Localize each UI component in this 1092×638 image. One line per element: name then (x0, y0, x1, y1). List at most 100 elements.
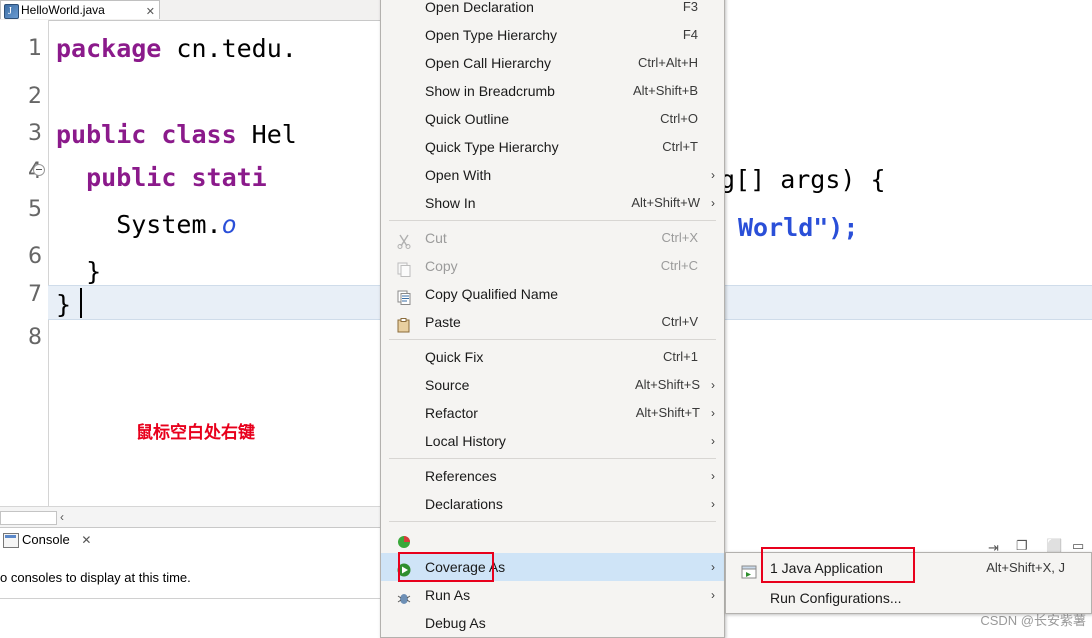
highlight-box-java-application (761, 547, 915, 583)
line-number: 3 (28, 121, 42, 146)
menu-separator (389, 339, 716, 340)
editor-tab-label: HelloWorld.java (21, 3, 105, 17)
menu-item-accelerator: F3 (682, 0, 698, 14)
menu-item-accelerator: Ctrl+T (662, 139, 698, 154)
line-number-gutter: 1 2 3 4 5 6 7 8 (0, 20, 49, 506)
chevron-right-icon: › (711, 196, 715, 210)
menu-item-copy-qualified-name[interactable]: Copy Qualified Name (381, 280, 724, 308)
menu-item-accelerator: F4 (682, 27, 698, 42)
code-token: g[] args) { (720, 165, 886, 194)
line-number: 1 (28, 36, 42, 61)
menu-item-paste[interactable]: Paste Ctrl+V (381, 308, 724, 336)
hscrollbar-thumb[interactable] (0, 511, 57, 525)
menu-item-source[interactable]: Source Alt+Shift+S › (381, 371, 724, 399)
chevron-right-icon: › (711, 560, 715, 574)
menu-item-accelerator: Ctrl+Alt+H (638, 55, 698, 70)
menu-item-references[interactable]: References › (381, 462, 724, 490)
menu-item-cut[interactable]: Cut Ctrl+X (381, 224, 724, 252)
menu-item-accelerator: Ctrl+1 (662, 349, 698, 364)
menu-item-label: Copy Qualified Name (425, 286, 559, 302)
copy-qualified-name-icon (396, 286, 412, 305)
menu-item-label: Cut (425, 230, 447, 246)
menu-item-label: References (425, 468, 497, 484)
java-file-icon (4, 2, 19, 21)
coverage-icon (396, 531, 412, 548)
code-line-7: } (56, 290, 71, 319)
tab-console[interactable]: Console ✕ (0, 528, 91, 552)
menu-item-label: Refactor (425, 405, 478, 421)
code-token-field: o (221, 210, 237, 239)
menu-item-label: Quick Fix (425, 349, 484, 365)
menu-item-open-declaration[interactable]: Open Declaration F3 (381, 0, 724, 21)
menu-item-declarations[interactable]: Declarations › (381, 490, 724, 518)
menu-item-accelerator: Alt+Shift+W (631, 195, 700, 210)
cut-icon (396, 230, 412, 249)
menu-item-label: Open Declaration (425, 0, 534, 15)
chevron-right-icon: › (711, 168, 715, 182)
editor-hscrollbar[interactable]: ‹ (0, 506, 380, 527)
menu-item-label: Paste (425, 314, 461, 330)
menu-item-quick-outline[interactable]: Quick Outline Ctrl+O (381, 105, 724, 133)
submenu-item-label: Run Configurations... (770, 590, 902, 606)
code-token-keyword: public class (56, 120, 252, 149)
menu-item-label: Debug As (425, 615, 486, 631)
menu-item-open-call-hierarchy[interactable]: Open Call Hierarchy Ctrl+Alt+H (381, 49, 724, 77)
code-line-4-right: g[] args) { (720, 165, 886, 194)
code-line-4: public stati (56, 163, 267, 192)
chevron-right-icon: › (711, 406, 715, 420)
menu-item-show-in[interactable]: Show In Alt+Shift+W › (381, 189, 724, 217)
debug-icon (396, 587, 412, 604)
code-token: } (56, 257, 102, 286)
code-token: Hel (251, 120, 297, 149)
menu-item-accelerator: Alt+Shift+T (635, 405, 700, 420)
menu-item-label: Quick Outline (425, 111, 510, 127)
context-menu[interactable]: Open Declaration F3 Open Type Hierarchy … (380, 0, 725, 638)
submenu-item-accelerator: Alt+Shift+X, J (986, 560, 1065, 575)
menu-item-debug-as[interactable]: Run As › (381, 581, 724, 609)
console-icon (3, 533, 19, 548)
editor-tab-helloworld[interactable]: HelloWorld.java ✕ (0, 0, 160, 21)
code-token-keyword: public stati (56, 163, 267, 192)
line-number: 2 (28, 84, 42, 109)
menu-item-coverage-as[interactable] (381, 525, 724, 553)
menu-item-open-with[interactable]: Open With › (381, 161, 724, 189)
chevron-right-icon: › (711, 434, 715, 448)
java-app-icon (741, 560, 757, 579)
submenu-item-run-configurations[interactable]: Run Configurations... (726, 583, 1091, 613)
menu-item-accelerator: Ctrl+O (660, 111, 698, 126)
menu-item-label: Quick Type Hierarchy (425, 139, 559, 155)
chevron-right-icon: › (711, 469, 715, 483)
chevron-right-icon: › (711, 588, 715, 602)
code-line-3: public class Hel (56, 120, 297, 149)
menu-item-team[interactable]: Debug As (381, 609, 724, 637)
menu-item-refactor[interactable]: Refactor Alt+Shift+T › (381, 399, 724, 427)
menu-item-label: Open With (425, 167, 492, 183)
console-divider (0, 598, 380, 599)
menu-item-label: Declarations (425, 496, 503, 512)
line-number: 8 (28, 325, 42, 350)
code-line-6: } (56, 257, 101, 286)
menu-item-local-history[interactable]: Local History › (381, 427, 724, 455)
fold-collapse-icon[interactable] (33, 164, 45, 176)
menu-item-show-in-breadcrumb[interactable]: Show in Breadcrumb Alt+Shift+B (381, 77, 724, 105)
chevron-right-icon: › (711, 378, 715, 392)
close-icon[interactable]: ✕ (81, 533, 91, 547)
menu-item-accelerator: Ctrl+V (661, 314, 698, 329)
chevron-right-icon: › (711, 497, 715, 511)
menu-item-accelerator: Alt+Shift+S (634, 377, 700, 392)
line-number: 5 (28, 197, 42, 222)
menu-item-open-type-hierarchy[interactable]: Open Type Hierarchy F4 (381, 21, 724, 49)
code-token: cn.tedu. (176, 34, 297, 63)
scroll-left-icon[interactable]: ‹ (60, 510, 64, 524)
console-message: o consoles to display at this time. (0, 570, 191, 585)
menu-item-label: Show In (425, 195, 476, 211)
menu-item-label: Open Call Hierarchy (425, 55, 552, 71)
code-line-5: System.o (56, 210, 237, 239)
editor-tabbar: HelloWorld.java ✕ (0, 0, 380, 21)
menu-item-quick-fix[interactable]: Quick Fix Ctrl+1 (381, 343, 724, 371)
line-number: 6 (28, 244, 42, 269)
menu-item-copy[interactable]: Copy Ctrl+C (381, 252, 724, 280)
text-caret (80, 288, 82, 318)
console-panel: Console ✕ o consoles to display at this … (0, 527, 380, 633)
menu-item-quick-type-hierarchy[interactable]: Quick Type Hierarchy Ctrl+T (381, 133, 724, 161)
